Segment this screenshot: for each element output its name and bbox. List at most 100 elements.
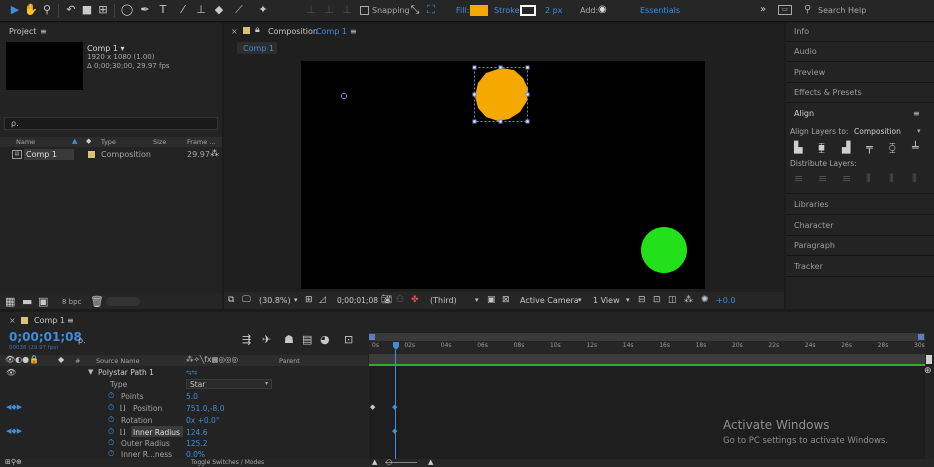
graph-position-icon[interactable]: ⌊⌋ <box>120 404 125 412</box>
preview-icon[interactable]: ⧉ <box>228 295 234 305</box>
distribute-top-icon[interactable]: ≡ <box>794 172 803 185</box>
timeline-close-icon[interactable]: × <box>9 316 16 325</box>
type-tool-icon[interactable]: T <box>156 3 170 17</box>
col-name[interactable]: Name <box>16 138 35 146</box>
hand-tool-icon[interactable]: ✋ <box>24 3 38 17</box>
graph-inner-radius-icon[interactable]: ⌊⌋ <box>120 428 125 436</box>
frame-blending-icon[interactable]: ▤ <box>302 334 312 345</box>
audio-panel-tab[interactable]: Audio <box>794 47 817 56</box>
comp-mini-flowchart-icon[interactable]: ⇶ <box>242 334 251 345</box>
shy-layers-icon[interactable]: ☗ <box>284 334 294 345</box>
ellipse-tool-icon[interactable]: ◯ <box>120 3 134 17</box>
prop-rotation-value[interactable]: 0x +0.0° <box>186 416 220 425</box>
comp-tab-name[interactable]: Comp 1 <box>316 27 347 36</box>
align-vertical-center-icon[interactable]: ⧲ <box>889 141 896 155</box>
stroke-swatch[interactable] <box>520 5 536 16</box>
brush-tool-icon[interactable]: ⁄ <box>176 3 190 17</box>
graph-editor-icon[interactable]: ⊡ <box>344 334 353 345</box>
preview-panel-tab[interactable]: Preview <box>794 68 825 77</box>
new-composition-icon[interactable]: ▣ <box>38 296 48 307</box>
keyframe-nav-position[interactable]: ◀◆▶ <box>6 403 22 411</box>
workspace-more[interactable]: » <box>760 4 766 15</box>
effects-presets-panel-tab[interactable]: Effects & Presets <box>794 88 862 97</box>
search-help-input[interactable]: Search Help <box>818 6 866 15</box>
motion-blur-icon[interactable]: ◕ <box>320 334 330 345</box>
col-type[interactable]: Type <box>101 138 116 146</box>
col-source-name[interactable]: Source Name <box>96 357 140 365</box>
add-icon[interactable]: ◉ <box>598 4 607 15</box>
puppet-tool-icon[interactable]: ✦ <box>256 3 270 17</box>
region-of-interest-icon[interactable]: ▣ <box>487 295 496 305</box>
col-frame[interactable]: Frame ... <box>187 138 216 146</box>
comp-flowchart-icon[interactable]: ⁂ <box>684 295 693 305</box>
view-axis-icon[interactable]: ⊥ <box>340 3 354 17</box>
monitor-icon[interactable]: 🖵︎ <box>242 295 251 305</box>
bpc-label[interactable]: 8 bpc <box>62 298 81 306</box>
prop-inner-radius-label[interactable]: Inner Radius <box>133 428 180 437</box>
stopwatch-outer-radius-icon[interactable]: ⏱ <box>108 438 114 448</box>
twirl-down-icon[interactable]: ▼ <box>88 368 93 376</box>
toggle-pixel-icon[interactable]: ⊟ <box>638 295 646 305</box>
prop-points-value[interactable]: 5.0 <box>186 392 198 401</box>
channel-icon[interactable]: ✤ <box>411 295 419 305</box>
local-axis-icon[interactable]: ⊥ <box>304 3 318 17</box>
timeline-expand-icon[interactable]: ⊕ <box>924 366 932 376</box>
stroke-width[interactable]: 2 px <box>545 6 562 15</box>
zoom-out-icon[interactable]: ▲ <box>372 458 377 466</box>
work-area-end-handle[interactable] <box>918 334 924 340</box>
libraries-panel-tab[interactable]: Libraries <box>794 200 829 209</box>
info-panel-tab[interactable]: Info <box>794 27 809 36</box>
timeline-timecode[interactable]: 0;00;01;08 <box>9 330 82 344</box>
work-area-bar[interactable] <box>369 333 925 341</box>
viewer-canvas[interactable] <box>301 61 705 289</box>
world-axis-icon[interactable]: ⊥ <box>322 3 336 17</box>
align-horizontal-center-icon[interactable]: ⧯ <box>818 141 825 155</box>
keyframe-inner-radius-current[interactable]: ◆ <box>392 427 397 435</box>
pan-behind-tool-icon[interactable]: ⊞ <box>96 3 110 17</box>
label-color-swatch[interactable] <box>88 151 95 158</box>
align-layers-to-select[interactable]: Composition <box>854 127 901 136</box>
delete-icon[interactable]: 🗑 <box>90 296 104 307</box>
close-tab-icon[interactable]: × <box>231 27 238 36</box>
align-right-icon[interactable]: ▟ <box>842 141 850 154</box>
distribute-right-icon[interactable]: ⦀ <box>912 172 917 186</box>
clone-stamp-tool-icon[interactable]: ⊥ <box>194 3 208 17</box>
path-operations-icon[interactable]: ⥃⥃ <box>186 368 197 377</box>
col-parent[interactable]: Parent <box>279 357 300 365</box>
lock-icon[interactable]: 🔒︎ <box>255 25 260 35</box>
align-panel-menu[interactable]: ≡ <box>913 109 920 118</box>
col-size[interactable]: Size <box>153 138 166 146</box>
timeline-icon[interactable]: ◫ <box>668 295 677 305</box>
zoom-slider-thumb[interactable]: ○ <box>386 458 392 466</box>
zoom-in-icon[interactable]: ▲ <box>428 458 433 466</box>
project-panel-title[interactable]: Project <box>9 27 36 36</box>
prop-inner-radius-value[interactable]: 124.6 <box>186 428 207 437</box>
comp-tab-label[interactable]: Composition <box>268 27 318 36</box>
timeline-tab-menu[interactable]: ≡ <box>67 316 74 325</box>
viewer-timecode[interactable]: 0;00;01;08 <box>337 296 378 305</box>
timeline-vertical-scroll[interactable] <box>926 355 932 364</box>
camera-select[interactable]: Active Camera <box>520 296 579 305</box>
visibility-eye-icon[interactable]: 👁 <box>6 368 16 377</box>
tracker-panel-tab[interactable]: Tracker <box>794 262 823 271</box>
exposure-icon[interactable]: ✺ <box>701 295 709 305</box>
keyframe-nav-inner-radius[interactable]: ◀◆▶ <box>6 427 22 435</box>
transparency-grid-icon[interactable]: ⊠ <box>502 295 510 305</box>
project-panel-menu[interactable]: ≡ <box>40 27 47 36</box>
fast-previews-icon[interactable]: ⊡ <box>653 295 661 305</box>
snapshot-icon[interactable]: 📷︎ <box>381 295 392 305</box>
distribute-hcenter-icon[interactable]: ⦀ <box>889 172 894 186</box>
toggle-switches-modes[interactable]: Toggle Switches / Modes <box>191 459 264 466</box>
keyframe-position-current[interactable]: ◆ <box>392 403 397 411</box>
keyframe-position-start[interactable]: ◆ <box>370 403 375 411</box>
mask-visibility-icon[interactable]: ◿ <box>319 295 326 305</box>
zoom-tool-icon[interactable]: ⚲ <box>40 3 54 17</box>
stopwatch-inner-radius-icon[interactable]: ⏱ <box>108 427 114 437</box>
distribute-left-icon[interactable]: ⦀ <box>866 172 871 186</box>
footer-toggle-icons[interactable]: ⊞⚲⊕ <box>5 458 22 466</box>
comp-tab-menu[interactable]: ≡ <box>350 27 357 36</box>
prop-outer-radius-value[interactable]: 125.2 <box>186 439 207 448</box>
pen-tool-icon[interactable]: ✒ <box>138 3 152 17</box>
stroke-label[interactable]: Stroke: <box>494 6 522 15</box>
flowchart-icon[interactable]: ⁂ <box>210 149 219 159</box>
